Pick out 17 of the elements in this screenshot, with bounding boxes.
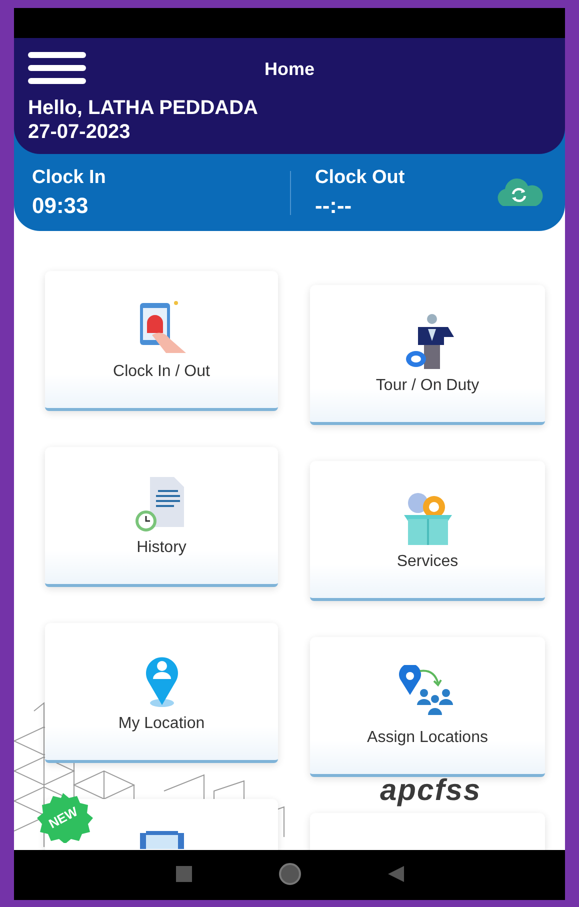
recent-apps-icon[interactable] <box>176 866 192 884</box>
menu-icon[interactable] <box>28 52 86 84</box>
date-text: 27-07-2023 <box>28 120 132 144</box>
menu-tile[interactable]: Tour / On Duty <box>310 285 545 425</box>
menu-tile[interactable]: Assign Locations <box>310 637 545 777</box>
menu-tile[interactable]: Services <box>310 461 545 601</box>
logo-wordmark: apcfss <box>380 776 482 806</box>
back-icon[interactable] <box>388 866 404 884</box>
greeting-text: Hello, LATHA PEDDADA <box>28 96 259 120</box>
menu-tile[interactable]: My Location <box>45 623 278 763</box>
clock-in-label: Clock In <box>32 166 107 188</box>
clock-out-time: --:-- <box>315 192 353 218</box>
menu-tile[interactable]: Clock In / Out <box>45 271 278 411</box>
clock-in-time: 09:33 <box>32 192 90 218</box>
page-title: Home <box>264 59 314 79</box>
menu-tile[interactable]: History <box>45 447 278 587</box>
clock-out-label: Clock Out <box>315 166 406 188</box>
